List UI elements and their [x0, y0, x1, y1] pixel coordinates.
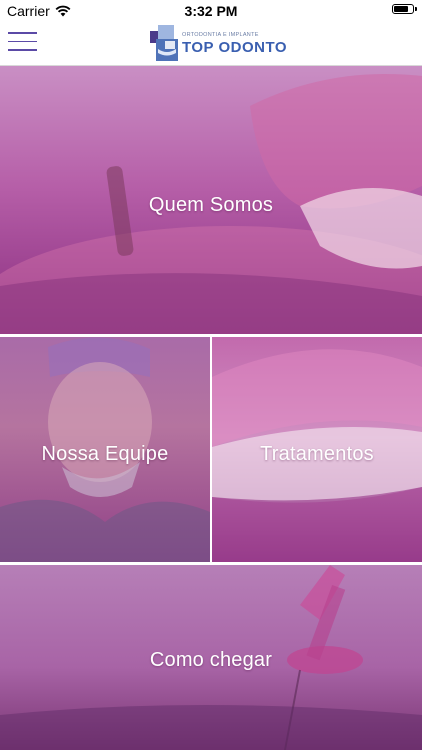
- tile-quem-somos[interactable]: Quem Somos: [0, 66, 422, 334]
- menu-line: [8, 32, 37, 34]
- menu-line: [8, 49, 37, 51]
- logo-subtitle: ORTODONTIA E IMPLANTE: [182, 32, 259, 38]
- battery-indicator: [392, 4, 417, 14]
- hamburger-menu-button[interactable]: [8, 32, 37, 54]
- tile-tratamentos[interactable]: Tratamentos: [212, 337, 422, 562]
- status-bar: Carrier 3:32 PM: [0, 0, 422, 22]
- battery-level: [394, 6, 408, 12]
- nav-bar: ORTODONTIA E IMPLANTE TOP ODONTO: [0, 22, 422, 66]
- clock: 3:32 PM: [184, 3, 238, 19]
- tile-como-chegar[interactable]: Como chegar: [0, 565, 422, 750]
- menu-line: [8, 40, 37, 42]
- tile-label: Nossa Equipe: [41, 443, 169, 465]
- tile-label: Tratamentos: [260, 443, 374, 465]
- tile-label: Quem Somos: [148, 194, 274, 216]
- tile-label: Como chegar: [149, 649, 273, 671]
- tile-nossa-equipe[interactable]: Nossa Equipe: [0, 337, 210, 562]
- top-odonto-logo: ORTODONTIA E IMPLANTE TOP ODONTO: [150, 25, 287, 63]
- logo-title: TOP ODONTO: [182, 39, 288, 56]
- battery-icon: [392, 4, 417, 14]
- logo-mark-icon: [150, 25, 178, 61]
